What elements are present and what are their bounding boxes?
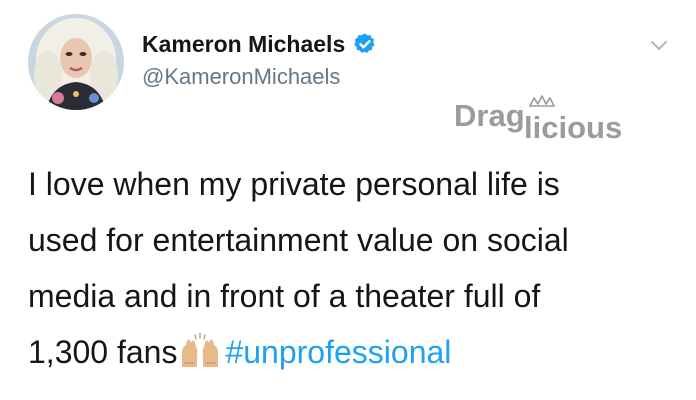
chevron-down-icon[interactable] [648, 34, 670, 56]
svg-text:licious: licious [524, 110, 622, 145]
tweet-text-last-line: 1,300 fans #unprofessional [28, 324, 678, 380]
tweet-text-line: I love when my private personal life is [28, 166, 560, 202]
raising-hands-emoji-icon [179, 330, 221, 367]
avatar[interactable] [28, 14, 124, 110]
svg-text:Drag: Drag [454, 98, 525, 133]
hashtag-link[interactable]: #unprofessional [225, 334, 451, 370]
author-handle[interactable]: @KameronMichaels [142, 64, 340, 90]
avatar-image [28, 14, 124, 110]
draglicious-watermark-logo: Drag licious [452, 92, 678, 148]
verified-badge-icon [353, 32, 377, 56]
display-name[interactable]: Kameron Michaels [142, 31, 345, 58]
tweet-text-line: media and in front of a theater full of [28, 278, 541, 314]
tweet-text-line: used for entertainment value on social [28, 222, 569, 258]
tweet-card: Kameron Michaels @KameronMichaels Drag l… [0, 0, 696, 400]
tweet-body: I love when my private personal life is … [28, 156, 678, 380]
author-name-row[interactable]: Kameron Michaels [142, 28, 377, 60]
tweet-text-fans: 1,300 fans [28, 334, 178, 370]
